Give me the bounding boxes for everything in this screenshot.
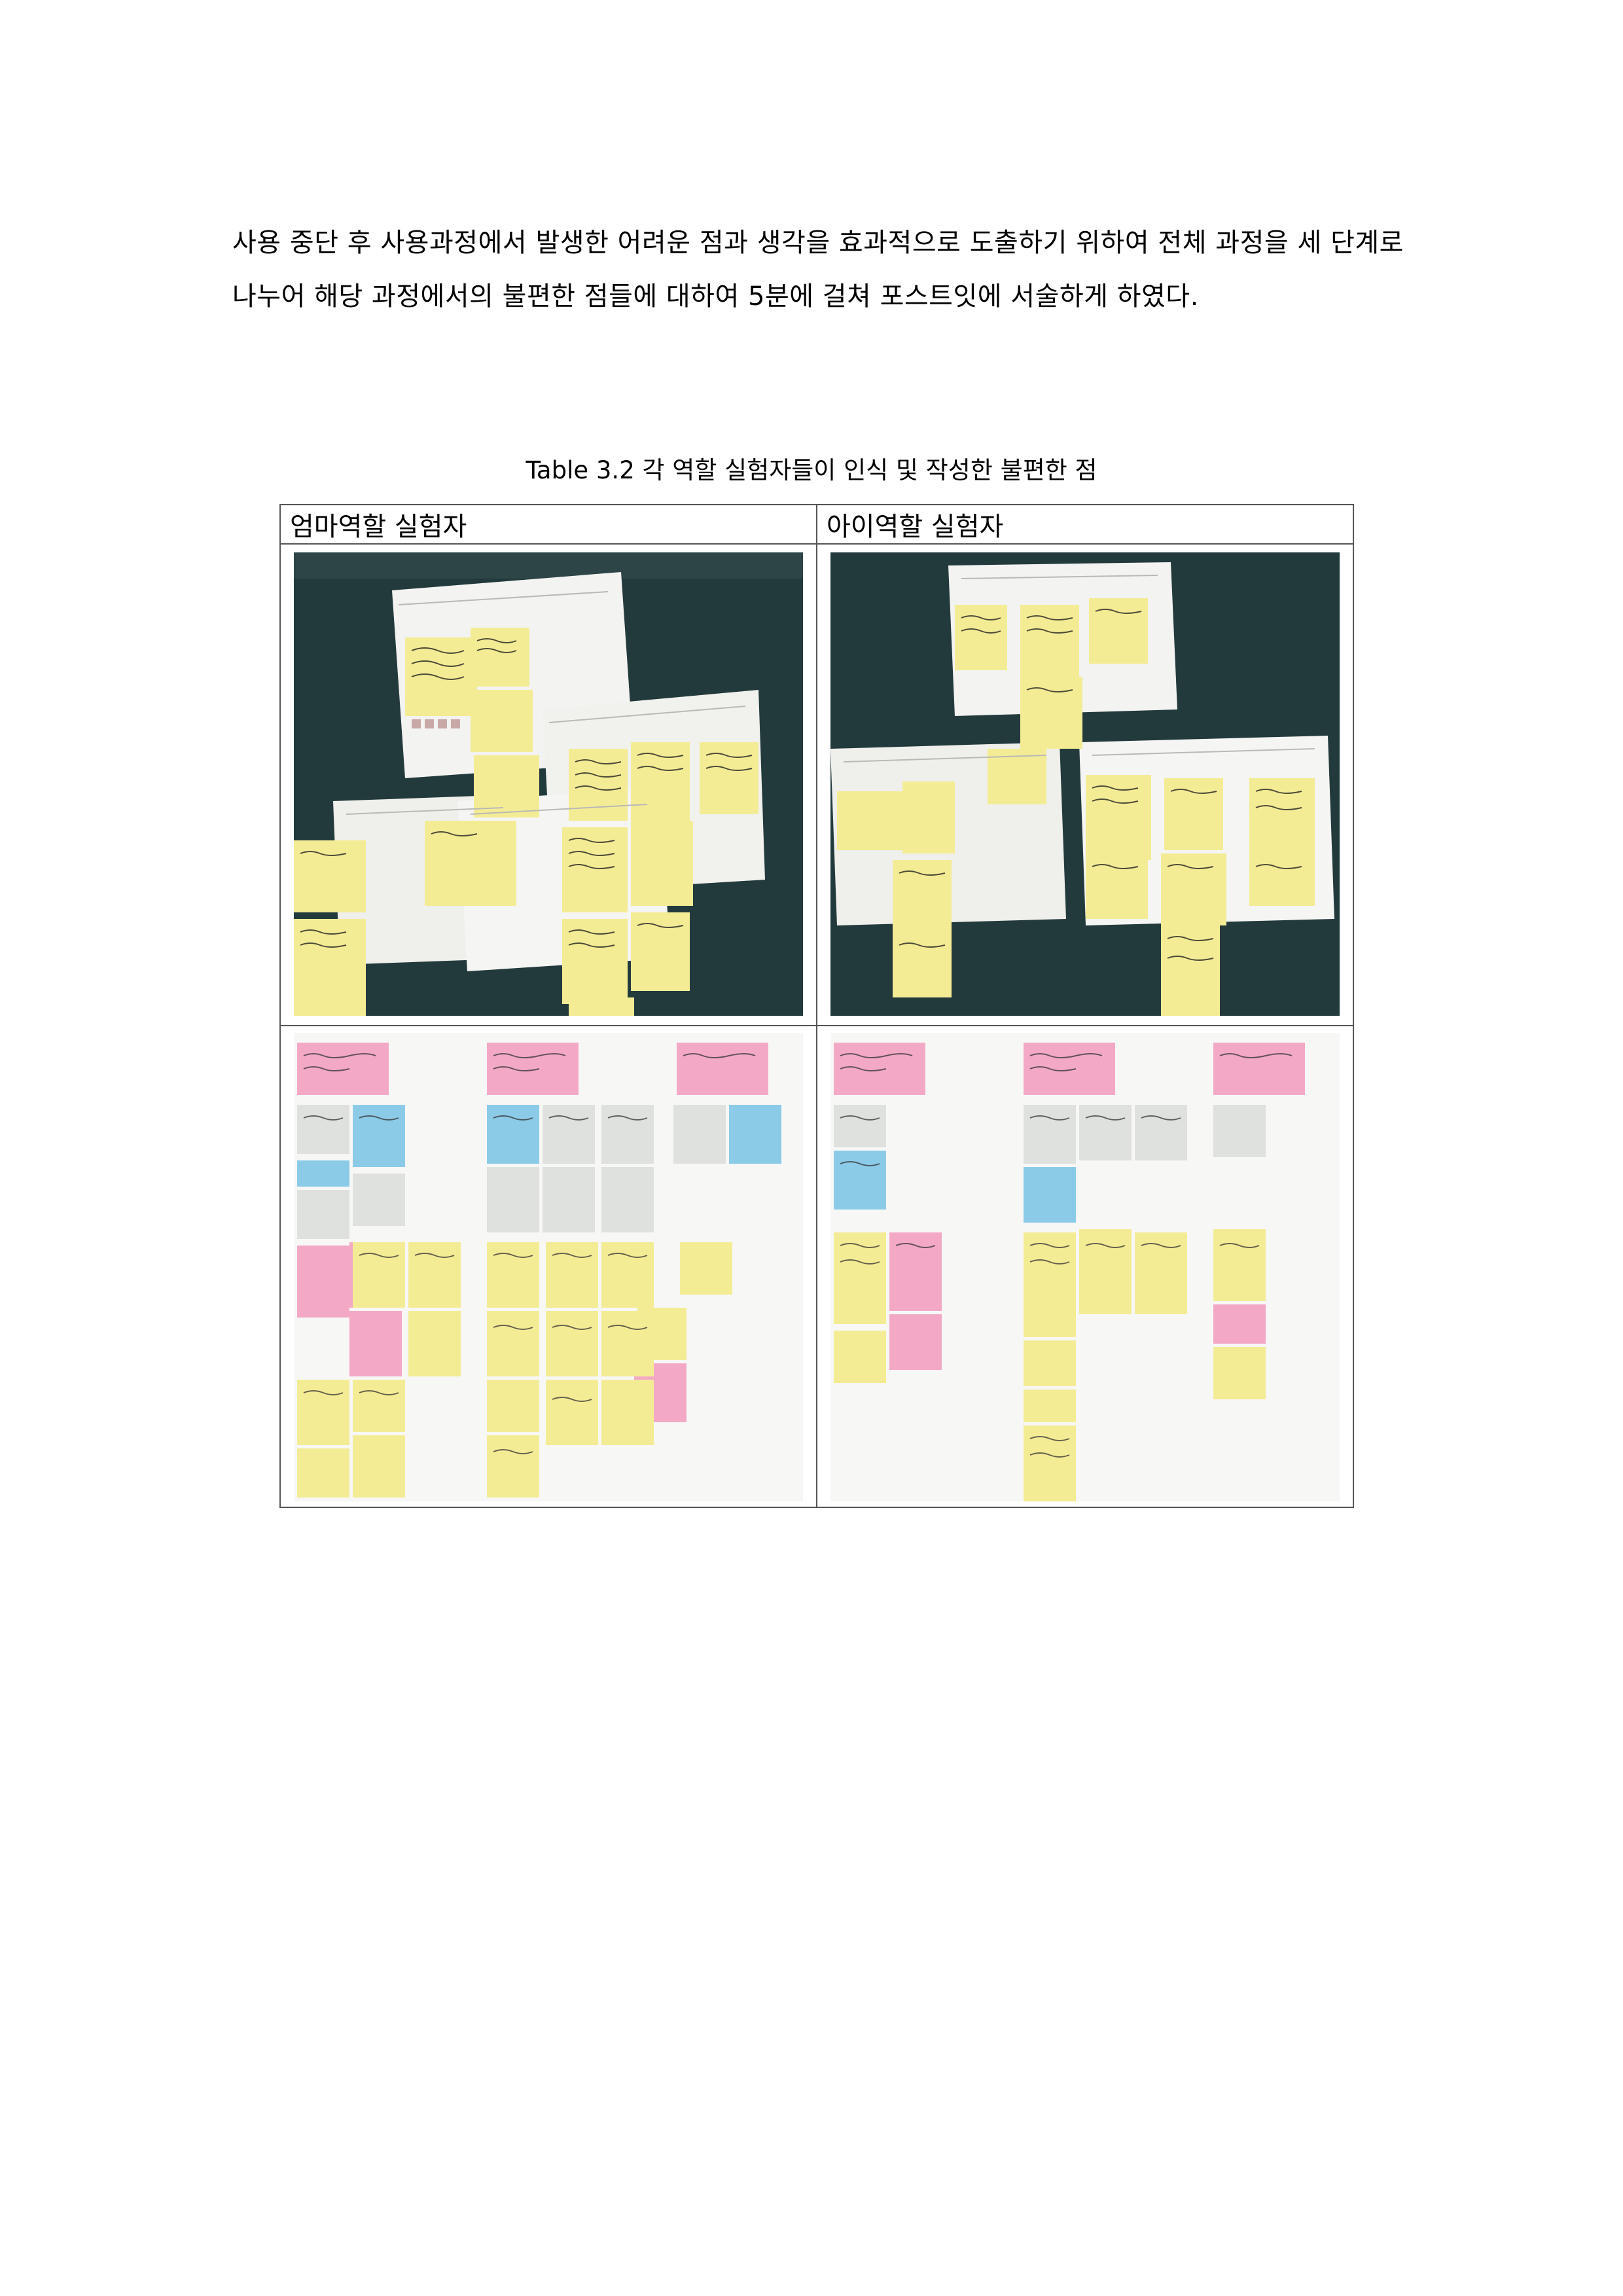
body-paragraph: 사용 중단 후 사용과정에서 발생한 어려운 점과 생각을 효과적으로 도출하기… [232,228,1404,312]
header-mom-role: 엄마역할 실험자 [279,504,817,545]
header-child-role: 아이역할 실험자 [816,504,1354,545]
photo-cell-mom-table [279,543,817,1026]
photo-cell-mom-board [279,1025,817,1508]
figure-table: 엄마역할 실험자 아이역할 실험자 [279,504,1354,1508]
photo-cell-child-board [816,1025,1354,1508]
photo-child-sticky-notes-on-table [830,552,1340,1016]
photo-cell-child-table [816,543,1354,1026]
table-caption: Table 3.2 각 역할 실험자들이 인식 및 작성한 불편한 점 [526,456,1097,484]
photo-child-sticky-notes-on-board [830,1033,1340,1501]
photo-mom-sticky-notes-on-board [294,1033,803,1501]
photo-mom-sticky-notes-on-table [294,552,803,1016]
